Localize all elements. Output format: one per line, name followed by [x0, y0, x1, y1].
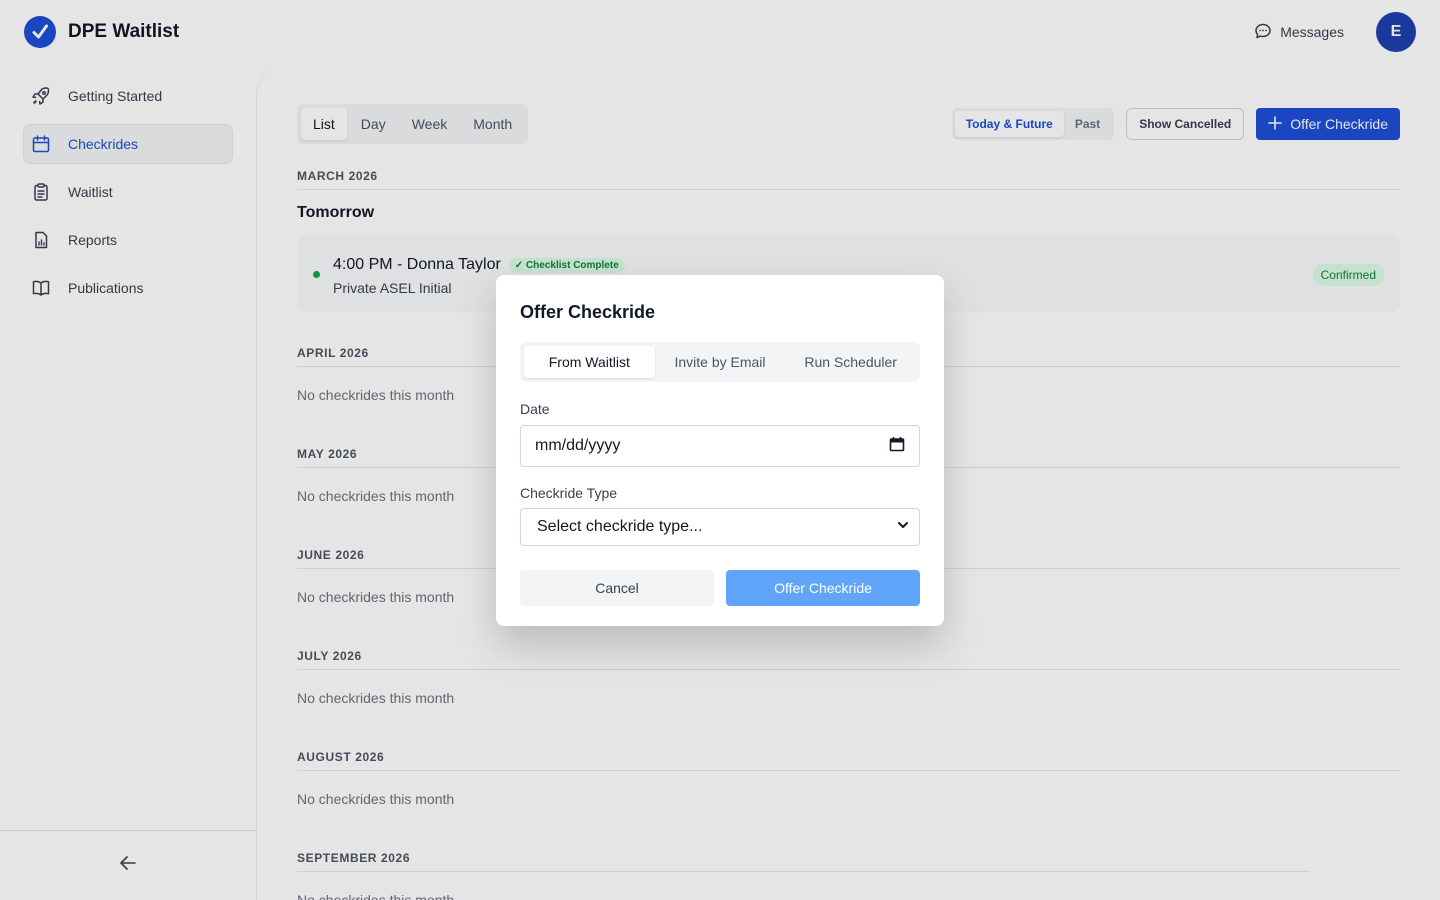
checkride-type-select[interactable]: Select checkride type...	[520, 508, 920, 546]
cancel-button[interactable]: Cancel	[520, 570, 714, 606]
date-label: Date	[520, 401, 550, 417]
calendar-icon[interactable]	[889, 436, 905, 457]
dialog-actions: Cancel Offer Checkride	[520, 570, 920, 606]
date-field[interactable]: mm/dd/yyyy	[520, 425, 920, 467]
checkride-type-label: Checkride Type	[520, 485, 618, 501]
dialog-title: Offer Checkride	[520, 302, 656, 322]
offer-checkride-submit-button[interactable]: Offer Checkride	[726, 570, 920, 606]
dialog-tabs: From Waitlist Invite by Email Run Schedu…	[520, 342, 920, 382]
tab-run-scheduler[interactable]: Run Scheduler	[785, 346, 916, 378]
date-placeholder: mm/dd/yyyy	[535, 437, 621, 454]
tab-invite-by-email[interactable]: Invite by Email	[655, 346, 786, 378]
chevron-down-icon	[897, 518, 909, 536]
tab-from-waitlist[interactable]: From Waitlist	[524, 346, 655, 378]
offer-checkride-dialog: Offer Checkride From Waitlist Invite by …	[496, 275, 944, 626]
select-placeholder: Select checkride type...	[537, 518, 703, 535]
